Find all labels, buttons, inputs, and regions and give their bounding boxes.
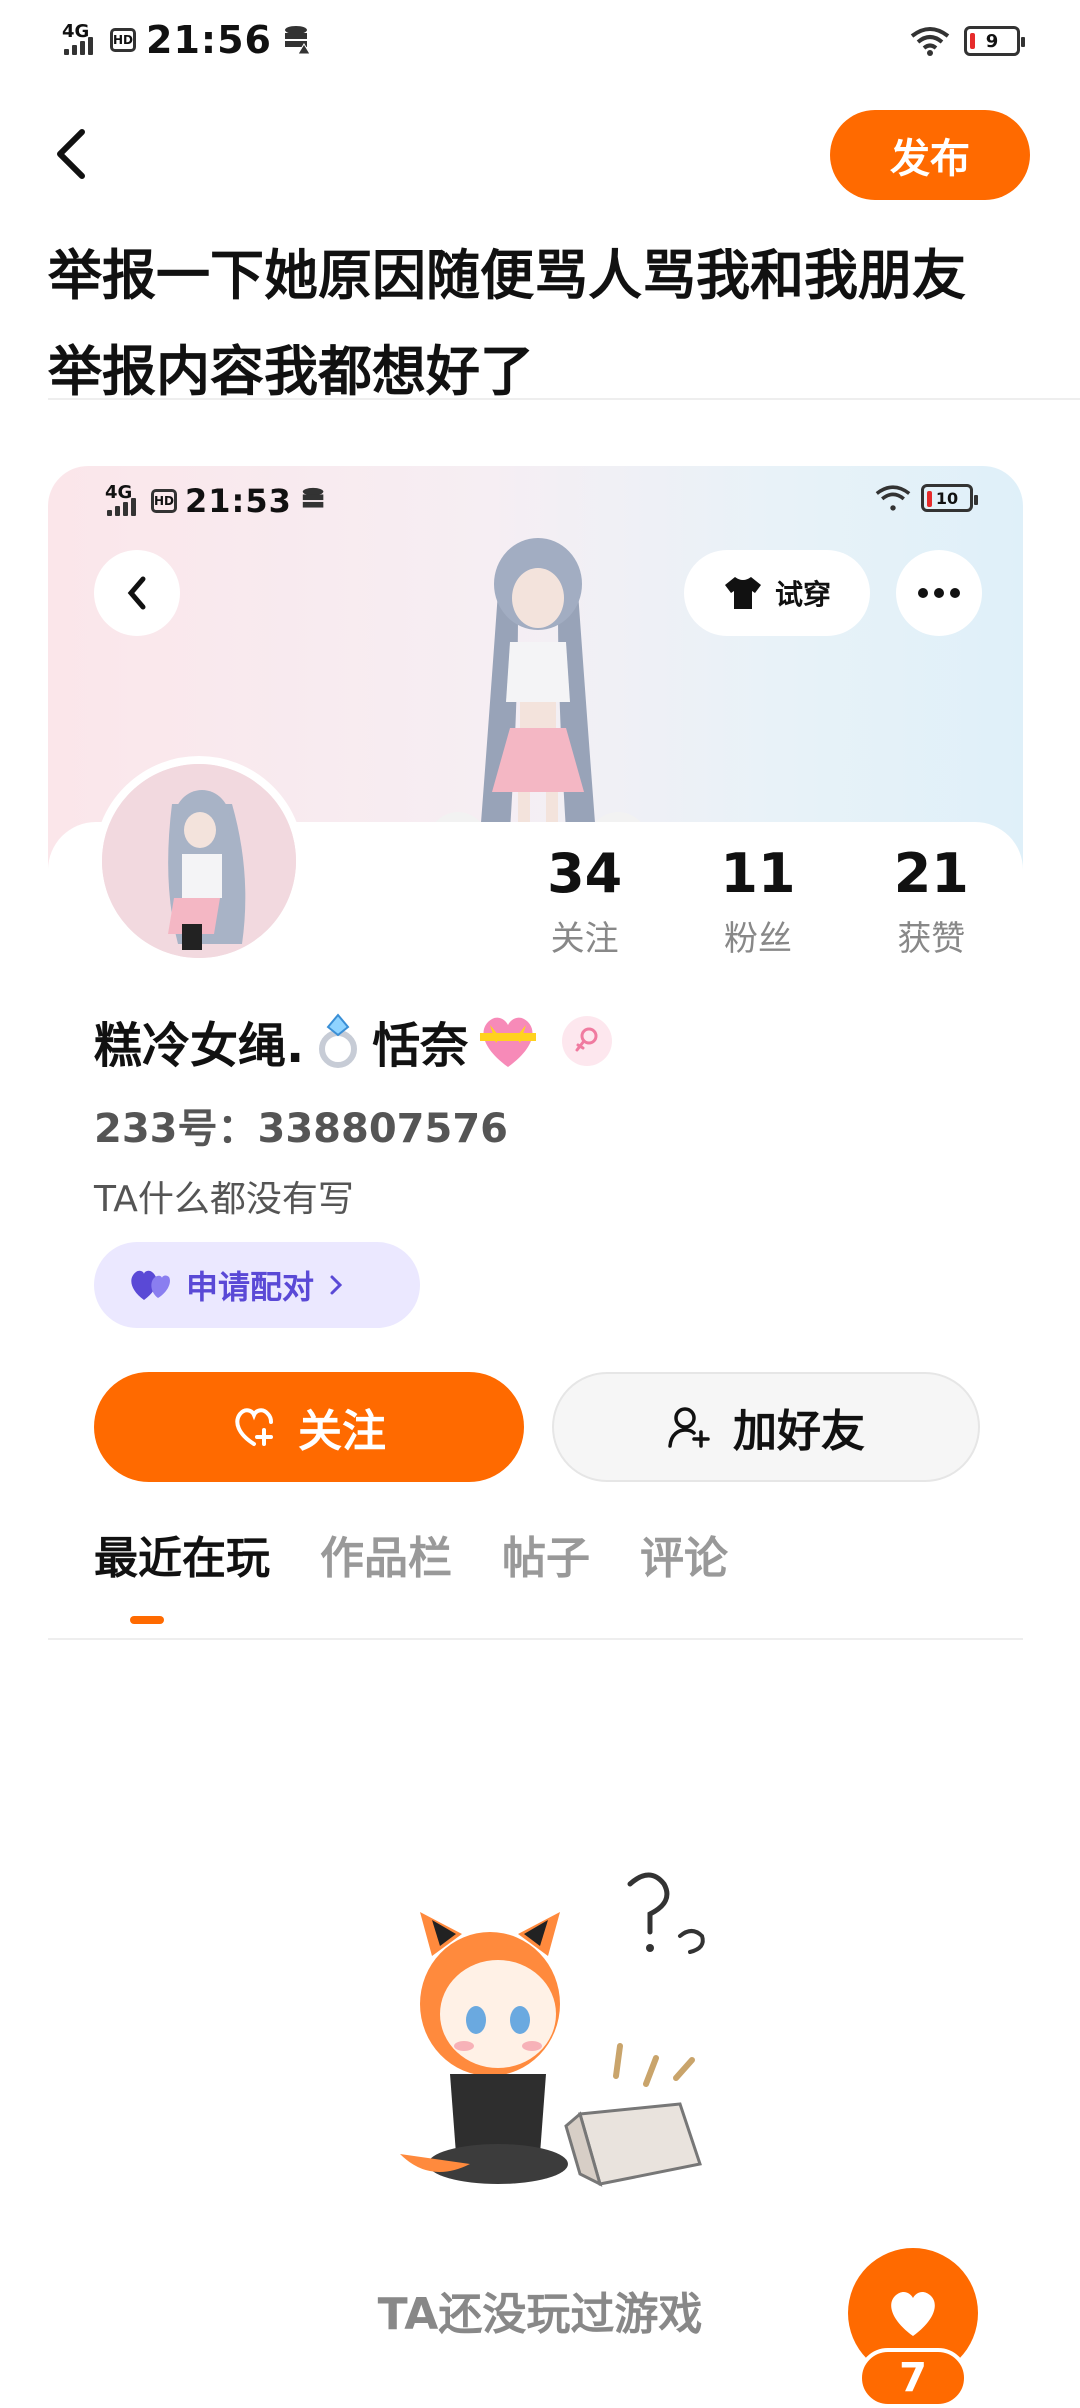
hd-icon: HD: [110, 28, 136, 52]
data-saver-icon: [302, 487, 324, 508]
shirt-icon: [724, 577, 761, 609]
status-right: 9: [910, 26, 1025, 56]
wifi-icon: [910, 27, 950, 56]
profile-name: 糕冷女绳.: [94, 1018, 305, 1074]
profile-stats: 34 关注 11 粉丝 21 获赞: [498, 842, 1018, 960]
status-left: 4G HD 21:56: [60, 18, 312, 62]
add-friend-button[interactable]: 加好友: [552, 1372, 980, 1482]
hd-icon: HD: [151, 489, 177, 513]
add-friend-label: 加好友: [733, 1406, 865, 1457]
more-icon: [918, 588, 960, 598]
apply-pair-button[interactable]: 申请配对: [94, 1242, 420, 1328]
clock: 21:56: [146, 18, 272, 62]
data-saver-icon: [284, 26, 311, 55]
try-on-button[interactable]: 试穿: [684, 550, 870, 636]
avatar[interactable]: [94, 756, 304, 966]
heart-icon: [891, 2291, 935, 2336]
ring-emoji-icon: [319, 1013, 358, 1068]
publish-button[interactable]: 发布: [830, 110, 1030, 200]
stat-likes[interactable]: 21 获赞: [845, 842, 1018, 960]
profile-tabs: 最近在玩 作品栏 帖子 评论: [94, 1522, 728, 1586]
chevron-left-icon: [127, 576, 146, 610]
profile-name-suffix: 恬奈: [372, 1018, 469, 1074]
heart-plus-icon: [235, 1408, 273, 1446]
tab-recently-played[interactable]: 最近在玩: [94, 1522, 270, 1586]
heart-pair-icon: [131, 1270, 170, 1300]
back-button[interactable]: [42, 118, 102, 190]
follow-label: 关注: [298, 1406, 386, 1457]
tab-works[interactable]: 作品栏: [320, 1522, 452, 1586]
follow-button[interactable]: 关注: [94, 1372, 524, 1482]
chevron-left-icon: [57, 129, 85, 179]
add-user-icon: [668, 1407, 710, 1448]
tabs-divider: [48, 1638, 1023, 1640]
tab-comments[interactable]: 评论: [640, 1522, 728, 1586]
status-bar: 4G HD 21:56 9: [0, 0, 1080, 88]
stat-following[interactable]: 34 关注: [498, 842, 671, 960]
signal-icon: 4G: [103, 482, 143, 520]
profile-name-row: 糕冷女绳. 恬奈: [94, 1006, 613, 1076]
post-title[interactable]: 举报一下她原因随便骂人骂我和我朋友 举报内容我都想好了: [48, 228, 1038, 420]
clock: 21:53: [185, 482, 292, 520]
divider: [48, 398, 1080, 400]
heart-ribbon-emoji-icon: [480, 1017, 537, 1067]
try-on-label: 试穿: [774, 578, 831, 611]
active-tab-indicator: [130, 1616, 164, 1624]
wifi-icon: [875, 485, 911, 511]
chevron-right-icon: [330, 1275, 343, 1295]
battery-icon: 10: [921, 484, 978, 512]
profile-back-button[interactable]: [94, 550, 180, 636]
more-button[interactable]: [896, 550, 982, 636]
user-bio: TA什么都没有写: [94, 1179, 354, 1220]
apply-pair-label: 申请配对: [186, 1268, 315, 1306]
user-id: 233号：338807576: [94, 1106, 508, 1152]
empty-state-illustration: [400, 1872, 705, 2187]
avatar-image: [102, 764, 296, 958]
embedded-status-bar: 4G HD 21:53 10: [48, 466, 1023, 536]
tab-posts[interactable]: 帖子: [502, 1522, 590, 1586]
signal-icon: 4G: [60, 21, 100, 59]
stat-fans[interactable]: 11 粉丝: [671, 842, 844, 960]
like-count: 7: [858, 2348, 968, 2408]
female-gender-icon: [562, 1016, 613, 1066]
battery-icon: 9: [964, 26, 1025, 56]
